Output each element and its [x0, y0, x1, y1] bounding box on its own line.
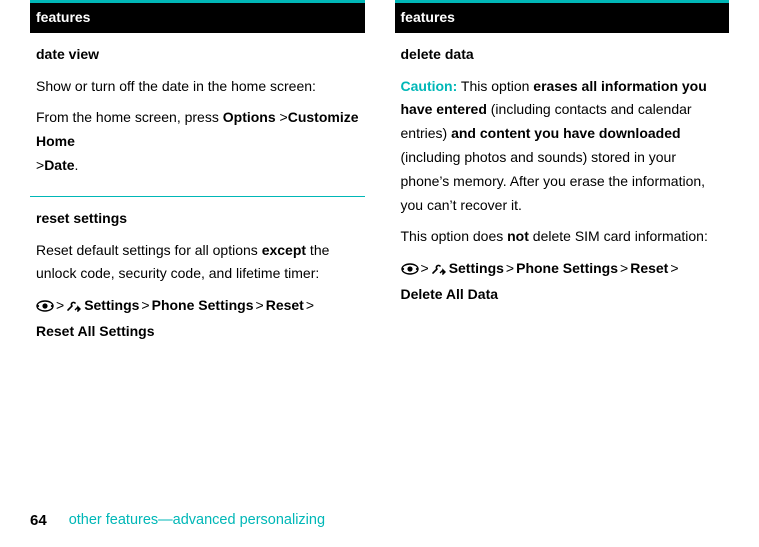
path-settings-l: Settings [84, 294, 139, 318]
path-date: Date [44, 157, 74, 173]
page-number: 64 [30, 508, 47, 534]
dd-t3: (including photos and sounds) stored in … [401, 149, 706, 213]
page-footer: 64 other features—advanced personalizing [30, 508, 325, 534]
dd-t1: This option [457, 78, 533, 94]
features-header-left: features [30, 0, 365, 33]
path-delete-all-r: Delete All Data [401, 283, 499, 307]
right-column: features delete data Caution: This optio… [395, 0, 730, 354]
caution-label: Caution: [401, 78, 458, 94]
reset-except: except [262, 242, 306, 258]
date-view-path-prefix: From the home screen, press [36, 109, 223, 125]
reset-settings-desc: Reset default settings for all options e… [36, 239, 359, 287]
delete-data-p2: This option does not delete SIM card inf… [401, 225, 724, 249]
path-reset-r: Reset [630, 257, 668, 281]
page-columns: features date view Show or turn off the … [30, 0, 729, 354]
footer-text: other features—advanced personalizing [69, 508, 325, 533]
delete-data-body: Caution: This option erases all informat… [401, 75, 724, 218]
date-view-title: date view [36, 43, 359, 67]
path-options: Options [223, 109, 276, 125]
section-delete-data: delete data Caution: This option erases … [395, 33, 730, 317]
tools-icon [431, 263, 447, 275]
path-phone-settings-l: Phone Settings [152, 294, 254, 318]
reset-settings-title: reset settings [36, 207, 359, 231]
dd-p2c: delete SIM card information: [529, 228, 708, 244]
date-view-desc: Show or turn off the date in the home sc… [36, 75, 359, 99]
path-reset-all-l: Reset All Settings [36, 320, 155, 344]
features-header-right: features [395, 0, 730, 33]
section-reset-settings: reset settings Reset default settings fo… [30, 197, 365, 354]
delete-data-path: > Settings >Phone Settings >Reset >Delet… [401, 257, 724, 307]
path-reset-l: Reset [266, 294, 304, 318]
reset-prefix: Reset default settings for all options [36, 242, 262, 258]
section-date-view: date view Show or turn off the date in t… [30, 33, 365, 197]
reset-settings-path: > Settings >Phone Settings >Reset >Reset… [36, 294, 359, 344]
path-phone-settings-r: Phone Settings [516, 257, 618, 281]
dd-b2: and content you have downloaded [451, 125, 680, 141]
tools-icon [66, 300, 82, 312]
dd-p2a: This option does [401, 228, 508, 244]
center-key-icon [401, 263, 419, 275]
date-view-path: From the home screen, press Options >Cus… [36, 106, 359, 177]
path-settings-r: Settings [449, 257, 504, 281]
left-column: features date view Show or turn off the … [30, 0, 365, 354]
center-key-icon [36, 300, 54, 312]
delete-data-title: delete data [401, 43, 724, 67]
dd-p2b: not [507, 228, 529, 244]
